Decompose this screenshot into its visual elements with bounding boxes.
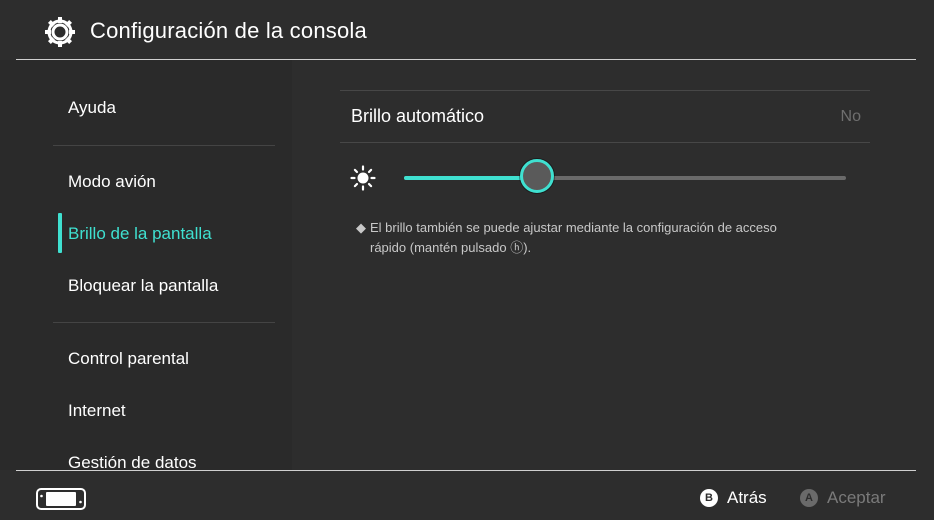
a-button-icon[interactable]: A [800,489,818,507]
note-line-2: rápido (mantén pulsado ⓗ). [370,240,532,255]
header: Configuración de la consola [0,0,934,60]
page-title: Configuración de la consola [90,18,367,43]
brightness-slider-thumb[interactable] [519,159,554,193]
sidebar-item-modo-avion[interactable]: Modo avión [68,172,156,192]
sidebar-divider [53,322,275,323]
b-button-icon[interactable]: B [700,489,718,507]
brightness-slider-track[interactable] [404,176,846,180]
auto-brightness-value[interactable]: No [841,108,861,126]
console-icon [36,488,86,510]
sidebar-item-brillo[interactable]: Brillo de la pantalla [68,224,212,244]
sidebar-divider [53,145,275,146]
row-divider [340,142,870,143]
sun-icon [350,165,376,191]
sidebar-item-control-parental[interactable]: Control parental [68,349,189,369]
back-button[interactable]: Atrás [727,488,767,508]
footer-divider [16,470,916,471]
auto-brightness-label[interactable]: Brillo automático [351,106,484,127]
sidebar-item-bloquear[interactable]: Bloquear la pantalla [68,276,218,296]
note-line-1: El brillo también se puede ajustar media… [370,220,777,235]
brightness-note: ◆ El brillo también se puede ajustar medi… [356,218,836,258]
row-divider [340,90,870,91]
note-bullet: ◆ [356,220,366,235]
sidebar-item-ayuda[interactable]: Ayuda [68,98,116,118]
sidebar-active-indicator [58,213,62,253]
sidebar [0,60,292,470]
accept-button[interactable]: Aceptar [827,488,886,508]
brightness-slider-fill [404,176,537,180]
sidebar-item-internet[interactable]: Internet [68,401,126,421]
gear-icon [45,17,75,47]
